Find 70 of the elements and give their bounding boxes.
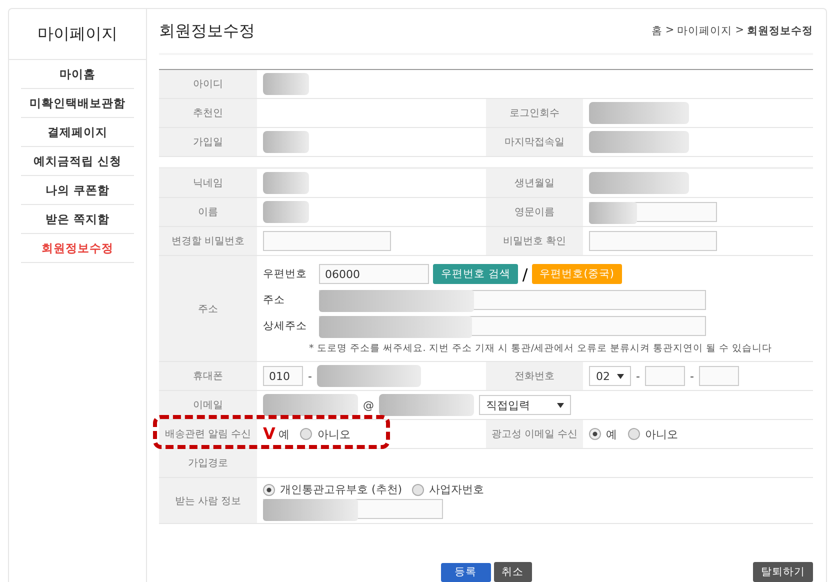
sidebar-item[interactable]: 나의 쿠폰함 [21,176,134,205]
field-label: 가입일 [159,128,257,156]
sidebar-title: 마이페이지 [9,9,146,60]
field-label: 생년월일 [486,169,583,197]
address-detail-field[interactable] [319,316,706,336]
redacted-value [263,73,309,95]
field-label: 주소 [263,293,286,307]
email-domain-select[interactable]: 직접입력 [479,395,571,415]
input-field[interactable] [589,202,717,222]
field-label: 이메일 [159,391,257,419]
breadcrumb-link[interactable]: 홈 [651,24,662,38]
sidebar-item[interactable]: 결제페이지 [21,118,134,147]
dash-text: - [308,370,312,382]
breadcrumb-link[interactable]: 마이페이지 [677,24,732,38]
dash-text: - [690,370,694,382]
sidebar-item[interactable]: 마이홈 [21,60,134,89]
address-field[interactable] [319,290,706,310]
phone-field[interactable] [644,366,685,386]
field-label: 휴대폰 [159,362,257,390]
area-code-select[interactable]: 02 [589,366,631,386]
field-label: 전화번호 [486,362,583,390]
field-label: 우편번호 [263,267,308,281]
field-label: 닉네임 [159,169,257,197]
breadcrumb-separator: > [735,24,744,38]
redacted-value [263,201,309,223]
field-label: 로그인회수 [486,99,583,127]
radio-option[interactable]: 아니오 [628,426,678,442]
radio-option[interactable]: 예 [278,426,290,442]
dash-text: - [636,370,640,382]
field-label: 받는 사람 정보 [159,478,257,523]
sidebar-item[interactable]: 미확인택배보관함 [21,89,134,118]
field-label: 상세주소 [263,319,308,333]
field-label: 추천인 [159,99,257,127]
redacted-value [263,131,309,153]
sidebar-item[interactable]: 받은 쪽지함 [21,205,134,234]
address-note: * 도로명 주소를 써주세요. 지번 주소 기재 시 통관/세관에서 오류로 분류시켜 통관지연이 될 수 있습니다 [308,342,774,355]
recipient-id-field[interactable] [263,499,443,519]
at-text: @ [363,398,374,412]
field-label: 광고성 이메일 수신 [486,420,583,448]
withdraw-button[interactable]: 탈퇴하기 [753,562,813,582]
input-field[interactable] [263,231,391,251]
mobile-prefix-field[interactable]: 010 [263,366,303,386]
cancel-button[interactable]: 취소 [494,562,532,582]
zip-field[interactable]: 06000 [319,264,429,284]
breadcrumb-separator: > [665,24,674,38]
field-label: 변경할 비밀번호 [159,227,257,255]
redacted-value [263,172,309,194]
sidebar-item[interactable]: 회원정보수정 [21,234,134,263]
page-title: 회원정보수정 [159,20,255,42]
breadcrumb-link[interactable]: 회원정보수정 [747,24,813,38]
field-label: 영문이름 [486,198,583,226]
caret-icon [617,374,624,378]
input-field[interactable] [589,231,717,251]
field-label: 이름 [159,198,257,226]
annotation-mark: V [263,425,276,443]
radio-option[interactable]: 사업자번호 [412,482,484,497]
phone-field[interactable] [698,366,739,386]
field-label: 주소 [159,256,257,361]
field-label: 배송관련 알림 수신 [159,420,257,448]
sidebar-item[interactable]: 예치금적립 신청 [21,147,134,176]
field-label: 아이디 [159,70,257,98]
slash-text: / [522,264,528,284]
radio-option[interactable]: 아니오 [300,426,350,442]
submit-button[interactable]: 등록 [440,562,490,582]
caret-icon [557,402,564,408]
field-label: 가입경로 [159,449,257,477]
radio-option[interactable]: 예 [589,426,617,442]
radio-option[interactable]: 개인통관고유부호 (추천) [263,482,402,497]
field-label: 비밀번호 확인 [486,227,583,255]
field-label: 마지막접속일 [486,128,583,156]
